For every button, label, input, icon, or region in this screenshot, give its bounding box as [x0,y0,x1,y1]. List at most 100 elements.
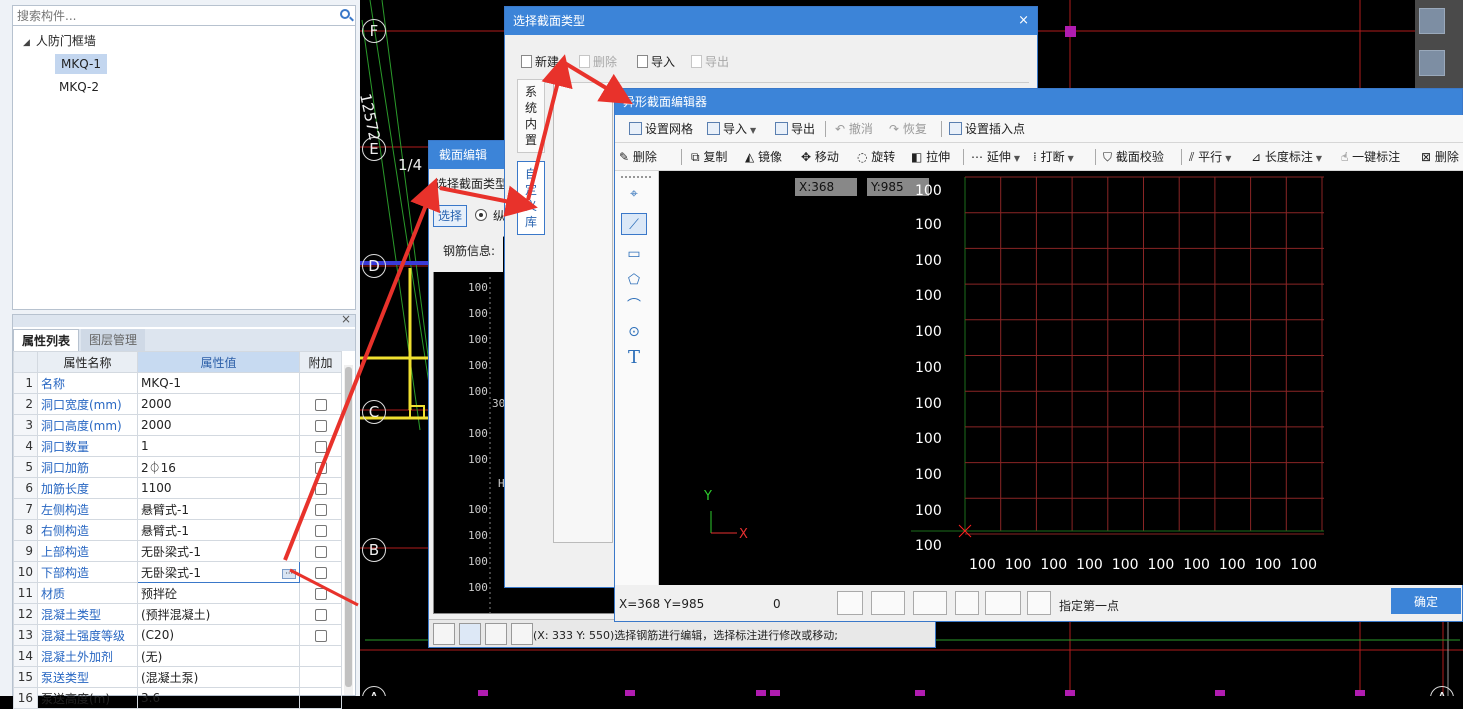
property-value[interactable]: MKQ-1 [137,372,300,394]
polygon-tool-icon[interactable]: ⬠ [621,269,647,291]
move-button[interactable]: ✥ 移动 [801,149,839,165]
length-dim-button[interactable]: ⊿ 长度标注 ▼ [1251,149,1322,165]
extra-checkbox[interactable] [314,608,327,621]
view-3d-icon[interactable] [1419,50,1445,76]
property-value[interactable]: 2000 [137,393,300,415]
property-value[interactable]: 悬臂式-1 [137,519,300,541]
table-row[interactable]: 8 右侧构造 悬臂式-1 [13,519,342,541]
insert-icon[interactable] [955,591,979,615]
export-button[interactable]: 导出 [691,51,729,73]
line-tool-icon[interactable]: ⟋ [621,213,647,235]
table-row[interactable]: 13 混凝土强度等级 (C20) [13,624,342,646]
import-button[interactable]: 导入 [637,51,675,73]
tab-system-builtin[interactable]: 系统内置 [517,79,545,153]
tab-property-list[interactable]: 属性列表 [13,329,80,351]
tree-item-mkq2[interactable]: MKQ-2 [59,80,99,94]
close-icon[interactable]: × [341,312,351,326]
rotate-button[interactable]: ◌ 旋转 [857,149,895,165]
circle-tool-icon[interactable]: ⊙ [621,321,647,343]
property-value[interactable]: (C20) [137,624,300,646]
dropdown-icon[interactable]: ▼ [1316,154,1322,163]
property-value[interactable]: (预拌混凝土) [137,603,300,625]
extra-checkbox[interactable] [314,566,327,579]
perpendicular-icon[interactable] [485,623,507,645]
snap-icon[interactable] [459,623,481,645]
rectangle-tool-icon[interactable]: ▭ [621,243,647,265]
extra-checkbox[interactable] [314,503,327,516]
redo-button[interactable]: ↷ 恢复 [889,121,927,137]
property-value[interactable]: 3.6 [137,687,300,709]
point-tool-icon[interactable]: ⌖ [621,183,647,205]
property-value[interactable]: (混凝土泵) [137,666,300,688]
collapse-icon[interactable]: ◢ [23,38,30,48]
scrollbar-thumb[interactable] [345,367,352,687]
dropdown-icon[interactable]: ▼ [1068,154,1074,163]
property-value[interactable]: 2⏀16 [137,456,300,478]
dropdown-icon[interactable]: ▼ [1014,154,1020,163]
arc-tool-icon[interactable]: ⌒ [621,295,647,317]
table-row[interactable]: 3 洞口高度(mm) 2000 [13,414,342,436]
table-row[interactable]: 2 洞口宽度(mm) 2000 [13,393,342,415]
extra-checkbox[interactable] [314,419,327,432]
one-key-dim-button[interactable]: ☝ 一键标注 [1341,149,1400,165]
property-value[interactable]: 1100 [137,477,300,499]
parallel-button[interactable]: ⫽ 平行 ▼ [1189,149,1231,165]
property-value[interactable]: 2000 [137,414,300,436]
close-icon[interactable]: × [1018,7,1029,35]
dimension-icon[interactable] [511,623,533,645]
tree-folder[interactable]: ◢ 人防门框墙 [23,32,96,49]
table-row[interactable]: 7 左侧构造 悬臂式-1 [13,498,342,520]
section-check-button[interactable]: ⛉ 截面校验 [1103,149,1164,165]
editor-canvas[interactable]: X:368 Y:985 100 100 100 100 100 100 100 100 100… [659,171,1463,585]
table-row[interactable]: 15 泵送类型 (混凝土泵) [13,666,342,688]
extra-checkbox[interactable] [314,398,327,411]
display-dropdown[interactable] [985,591,1021,615]
longitudinal-radio[interactable] [475,209,487,221]
export-button[interactable]: 导出 [775,121,815,137]
property-value[interactable]: 无卧梁式-1 ··· [137,561,300,583]
new-button[interactable]: 新建 [521,51,559,73]
tab-layer-manager[interactable]: 图层管理 [81,329,146,351]
search-input[interactable] [13,6,323,25]
extra-checkbox[interactable] [314,524,327,537]
table-row[interactable]: 5 洞口加筋 2⏀16 [13,456,342,478]
scrollbar[interactable] [344,365,353,695]
property-value[interactable]: 1 [137,435,300,457]
delete-button[interactable]: 删除 [579,51,617,73]
tab-custom-library[interactable]: 自定义库 [517,161,545,235]
table-row[interactable]: 16 泵送高度(m) 3.6 [13,687,342,709]
search-icon[interactable] [340,9,350,19]
text-tool-icon[interactable]: T [621,347,647,369]
stretch-button[interactable]: ◧ 拉伸 [911,149,950,165]
ortho-icon[interactable] [433,623,455,645]
table-row[interactable]: 12 混凝土类型 (预拌混凝土) [13,603,342,625]
insert-point-button[interactable]: 设置插入点 [949,121,1025,137]
extra-checkbox[interactable] [314,440,327,453]
mirror-button[interactable]: ◭ 镜像 [745,149,782,165]
table-row[interactable]: 6 加筋长度 1100 [13,477,342,499]
section-type-list[interactable] [553,83,613,543]
extra-checkbox[interactable] [314,587,327,600]
dropdown-icon[interactable]: ▼ [750,126,756,135]
view-cube-icon[interactable] [1419,8,1445,34]
dropdown-icon[interactable]: ▼ [1225,154,1231,163]
select-button[interactable]: 选择 [433,205,468,227]
ellipsis-button[interactable]: ··· [282,568,296,579]
property-value[interactable]: 悬臂式-1 [137,498,300,520]
undo-button[interactable]: ↶ 撤消 [835,121,873,137]
dim-dropdown[interactable] [913,591,947,615]
property-value[interactable]: 无卧梁式-1 [137,540,300,562]
extra-checkbox[interactable] [314,482,327,495]
delete-button[interactable]: ✎ 删除 [619,149,657,165]
table-row[interactable]: 14 混凝土外加剂 (无) [13,645,342,667]
table-row[interactable]: 9 上部构造 无卧梁式-1 [13,540,342,562]
table-row[interactable]: 11 材质 预拌砼 [13,582,342,604]
snap-dropdown[interactable] [871,591,905,615]
table-row[interactable]: 1 名称 MKQ-1 [13,372,342,394]
delete-dim-button[interactable]: ⊠ 删除 [1421,149,1459,165]
grid-button[interactable]: 设置网格 [629,121,693,137]
property-value[interactable]: (无) [137,645,300,667]
property-value[interactable]: 预拌砼 [137,582,300,604]
tree-item-mkq1[interactable]: MKQ-1 [55,54,107,74]
extra-checkbox[interactable] [314,461,327,474]
